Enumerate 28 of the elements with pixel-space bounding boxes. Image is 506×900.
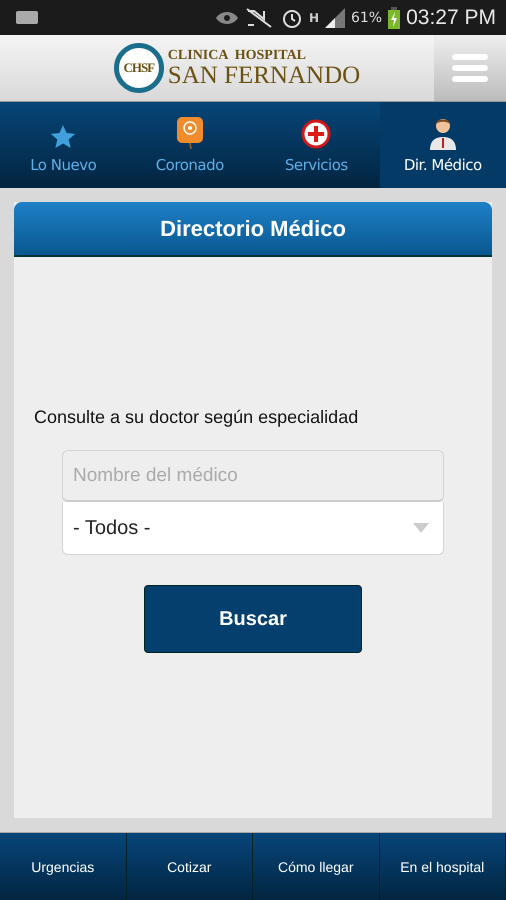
nav-tab[interactable]: Coronado [126, 102, 253, 188]
eye-icon [214, 10, 239, 24]
card-title: Directorio Médico [14, 202, 492, 257]
footer-button[interactable]: Urgencias [0, 833, 126, 900]
menu-button[interactable] [434, 35, 506, 101]
nav-tab[interactable]: Dir. Médico [380, 102, 506, 188]
plus-circle-icon [300, 118, 332, 150]
footer-button[interactable]: Cómo llegar [253, 833, 380, 900]
battery-charging-icon [388, 6, 400, 28]
specialty-dropdown[interactable]: - Todos - [62, 502, 444, 555]
star-icon [49, 124, 78, 150]
voicemail-icon [16, 11, 38, 24]
logo-emblem: CHSF [114, 43, 164, 93]
dropdown-arrow-icon [413, 523, 429, 533]
clock-time: 03:27 PM [406, 6, 496, 30]
signal-icon [324, 8, 345, 28]
search-button[interactable]: Buscar [144, 585, 362, 653]
battery-percent: 61% [350, 10, 382, 26]
network-type: H [308, 10, 319, 24]
logo-title: SAN FERNANDO [168, 62, 360, 88]
nav-tab[interactable]: Servicios [253, 102, 380, 188]
footer-button[interactable]: En el hospital [380, 833, 506, 900]
prompt-text: Consulte a su doctor según especialidad [34, 407, 358, 428]
name-input-field[interactable]: Nombre del médico [62, 450, 444, 502]
flower-badge-icon [174, 116, 205, 150]
logo-subtitle: CLINICA HOSPITAL [168, 48, 308, 62]
nav-tab[interactable]: Lo Nuevo [0, 102, 126, 188]
footer-button[interactable]: Cotizar [126, 833, 253, 900]
